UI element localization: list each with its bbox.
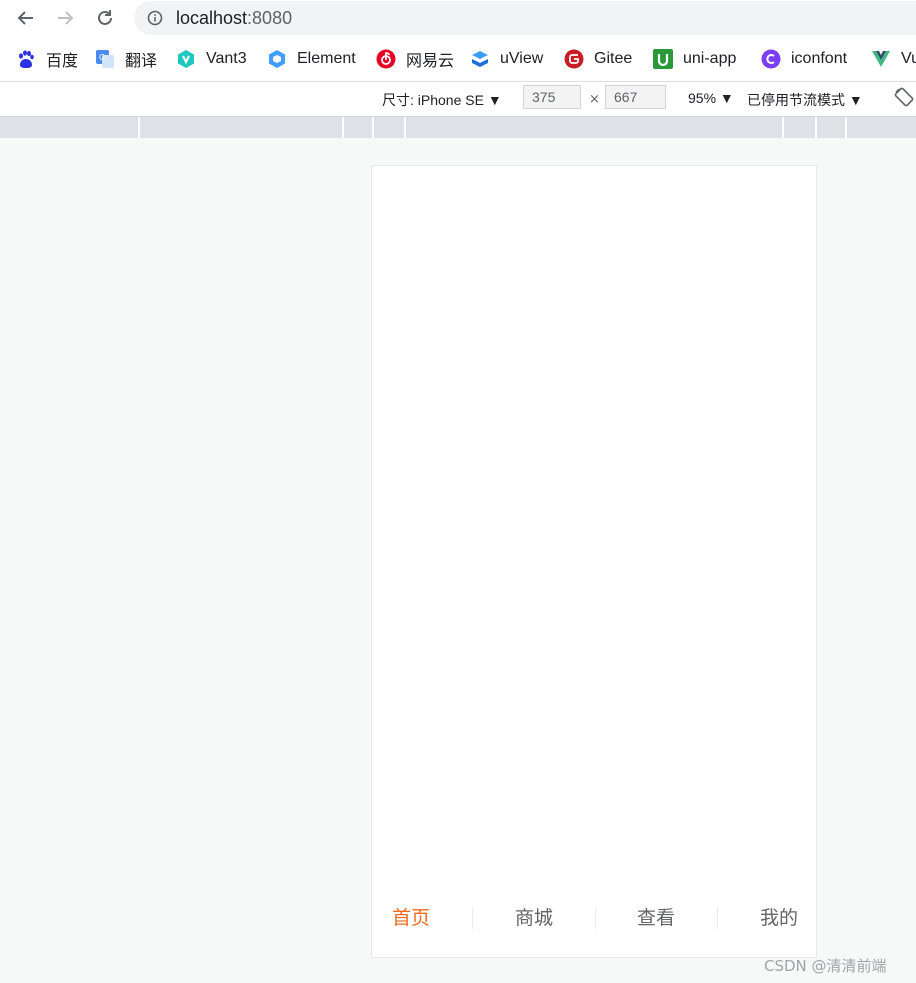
ruler-tick <box>404 117 406 138</box>
bookmark-uniapp[interactable]: uni-app <box>653 47 736 71</box>
baidu-icon <box>19 50 34 68</box>
site-info-icon[interactable] <box>147 10 163 26</box>
bookmark-iconfont[interactable]: iconfont <box>761 47 847 71</box>
forward-arrow-icon <box>58 11 74 25</box>
vant-icon <box>178 50 194 68</box>
ruler-tick <box>342 117 344 138</box>
bookmark-vue[interactable]: Vu <box>871 47 916 71</box>
bookmarks-bar: 百度 G 翻译 Vant3 Element 网易云 uView Gitee un… <box>0 37 916 82</box>
device-select[interactable]: 尺寸: iPhone SE ▼ <box>382 90 502 110</box>
back-button[interactable] <box>13 5 39 31</box>
bookmark-label: 百度 <box>46 53 79 70</box>
tab-view[interactable]: 查看 <box>637 903 675 933</box>
url-text: localhost:8080 <box>176 8 292 29</box>
vue-icon <box>872 51 890 67</box>
ruler-tick <box>845 117 847 138</box>
watermark: CSDN @清清前端 <box>764 957 887 975</box>
gitee-icon <box>564 49 584 69</box>
width-input[interactable]: 375 <box>523 85 581 109</box>
back-arrow-icon <box>17 11 33 25</box>
bookmark-uview[interactable]: uView <box>470 47 543 71</box>
ruler-tick <box>372 117 374 138</box>
bookmark-label: uni-app <box>683 50 737 67</box>
bookmark-gitee[interactable]: Gitee <box>564 47 632 71</box>
bookmark-baidu[interactable]: 百度 <box>16 47 78 71</box>
tab-divider <box>472 907 473 929</box>
height-input[interactable]: 667 <box>605 85 666 109</box>
uview-icon <box>472 51 488 67</box>
zoom-select[interactable]: 95% ▼ <box>688 90 734 106</box>
bookmark-label: uView <box>500 50 544 67</box>
svg-text:G: G <box>99 53 105 62</box>
bookmark-label: Vu <box>901 50 916 67</box>
bookmark-label: 翻译 <box>125 53 158 70</box>
bookmark-netease[interactable]: 网易云 <box>376 47 454 71</box>
netease-music-icon <box>376 49 396 69</box>
url-port: :8080 <box>247 8 293 28</box>
tab-home[interactable]: 首页 <box>392 903 430 933</box>
device-toolbar: 尺寸: iPhone SE ▼ 375 × 667 95% ▼ 已停用节流模式 … <box>0 82 916 117</box>
tab-mall[interactable]: 商城 <box>515 903 553 933</box>
bookmark-vant3[interactable]: Vant3 <box>176 47 247 71</box>
bookmark-label: Gitee <box>594 50 633 67</box>
bookmark-element[interactable]: Element <box>267 47 356 71</box>
reload-button[interactable] <box>92 5 118 31</box>
bookmark-label: Vant3 <box>206 50 247 67</box>
url-host: localhost <box>176 8 248 28</box>
element-icon <box>269 50 285 68</box>
address-bar[interactable]: localhost:8080 <box>134 1 916 35</box>
ruler-tick <box>815 117 817 138</box>
dimension-times: × <box>589 92 600 107</box>
iconfont-icon <box>761 49 781 69</box>
ruler-tick <box>138 117 140 138</box>
tab-divider <box>595 907 596 929</box>
uniapp-icon <box>653 49 673 69</box>
bookmark-translate[interactable]: G 翻译 <box>95 47 157 71</box>
bookmark-label: iconfont <box>791 50 848 67</box>
ruler-tick <box>782 117 784 138</box>
tabbar: 首页 商城 查看 我的 <box>372 887 816 957</box>
translate-icon: G <box>96 50 114 68</box>
reload-icon <box>98 10 112 25</box>
forward-button[interactable] <box>52 5 78 31</box>
device-viewport: 首页 商城 查看 我的 <box>371 165 817 958</box>
bookmark-label: 网易云 <box>406 53 455 70</box>
tab-divider <box>717 907 718 929</box>
browser-toolbar: localhost:8080 <box>0 0 916 37</box>
tab-mine[interactable]: 我的 <box>760 903 798 933</box>
bookmark-label: Element <box>297 50 356 67</box>
rotate-icon[interactable] <box>893 86 915 108</box>
throttle-select[interactable]: 已停用节流模式 ▼ <box>747 90 863 110</box>
media-query-ruler[interactable] <box>0 117 916 138</box>
